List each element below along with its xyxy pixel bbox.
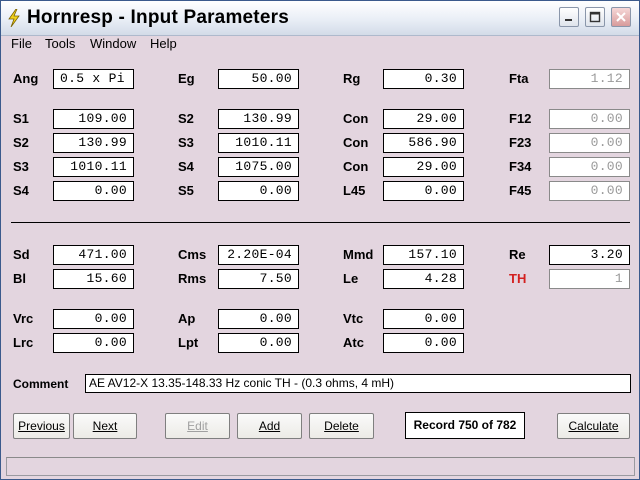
field-eg[interactable]: 50.00 (218, 69, 299, 89)
menu-help[interactable]: Help (150, 36, 177, 52)
label-sd: Sd (13, 247, 30, 262)
field-f12: 0.00 (549, 109, 630, 129)
label-cms: Cms (178, 247, 207, 262)
field-atc[interactable]: 0.00 (383, 333, 464, 353)
field-rg[interactable]: 0.30 (383, 69, 464, 89)
field-fta: 1.12 (549, 69, 630, 89)
field-l45[interactable]: 0.00 (383, 181, 464, 201)
label-comment: Comment (13, 377, 69, 391)
record-counter: Record 750 of 782 (405, 412, 525, 439)
field-s4-segment[interactable]: 0.00 (53, 181, 134, 201)
field-s3-segment[interactable]: 1010.11 (53, 157, 134, 177)
field-ap[interactable]: 0.00 (218, 309, 299, 329)
label-con-2: Con (343, 135, 369, 150)
label-re: Re (509, 247, 526, 262)
next-button[interactable]: Next (73, 413, 137, 439)
label-s3-segment: S3 (13, 159, 29, 174)
field-le[interactable]: 4.28 (383, 269, 464, 289)
field-rms[interactable]: 7.50 (218, 269, 299, 289)
field-f45: 0.00 (549, 181, 630, 201)
label-mmd: Mmd (343, 247, 374, 262)
field-con-2[interactable]: 586.90 (383, 133, 464, 153)
maximize-button[interactable] (585, 7, 605, 27)
menu-file[interactable]: File (11, 36, 32, 52)
label-f34: F34 (509, 159, 532, 174)
input-parameters-window: Hornresp - Input Parameters File Tools W… (0, 0, 640, 480)
label-fta: Fta (509, 71, 529, 86)
label-bl: Bl (13, 271, 26, 286)
field-ang[interactable]: 0.5 x Pi (53, 69, 134, 89)
field-con-1[interactable]: 29.00 (383, 109, 464, 129)
close-icon (616, 12, 626, 22)
label-s2: S2 (178, 111, 194, 126)
menu-tools[interactable]: Tools (45, 36, 75, 52)
label-lpt: Lpt (178, 335, 199, 350)
label-s4: S4 (178, 159, 194, 174)
field-con-3[interactable]: 29.00 (383, 157, 464, 177)
label-atc: Atc (343, 335, 364, 350)
label-s4-segment: S4 (13, 183, 29, 198)
label-f23: F23 (509, 135, 532, 150)
calculate-button[interactable]: Calculate (557, 413, 630, 439)
field-f23: 0.00 (549, 133, 630, 153)
field-re[interactable]: 3.20 (549, 245, 630, 265)
label-th: TH (509, 271, 527, 286)
window-title: Hornresp - Input Parameters (27, 7, 289, 28)
minimize-icon (565, 19, 572, 21)
field-sd[interactable]: 471.00 (53, 245, 134, 265)
lightning-bolt-icon (8, 9, 20, 27)
label-f12: F12 (509, 111, 532, 126)
label-s1: S1 (13, 111, 29, 126)
edit-button: Edit (165, 413, 230, 439)
field-s2-segment[interactable]: 130.99 (53, 133, 134, 153)
comment-field[interactable]: AE AV12-X 13.35-148.33 Hz conic TH - (0.… (85, 374, 631, 393)
add-button[interactable]: Add (237, 413, 302, 439)
field-s5[interactable]: 0.00 (218, 181, 299, 201)
field-lrc[interactable]: 0.00 (53, 333, 134, 353)
field-s2[interactable]: 130.99 (218, 109, 299, 129)
label-ang: Ang (13, 71, 39, 86)
label-con-3: Con (343, 159, 369, 174)
close-button[interactable] (611, 7, 631, 27)
menu-bar: File Tools Window Help (1, 36, 639, 54)
label-le: Le (343, 271, 359, 286)
field-lpt[interactable]: 0.00 (218, 333, 299, 353)
delete-button[interactable]: Delete (309, 413, 374, 439)
label-vtc: Vtc (343, 311, 364, 326)
edit-button-label: Edit (187, 419, 208, 433)
label-s3: S3 (178, 135, 194, 150)
label-ap: Ap (178, 311, 196, 326)
title-bar[interactable]: Hornresp - Input Parameters (1, 1, 639, 36)
label-s5: S5 (178, 183, 194, 198)
label-eg: Eg (178, 71, 195, 86)
label-s2-segment: S2 (13, 135, 29, 150)
previous-button[interactable]: Previous (13, 413, 70, 439)
maximize-icon (589, 11, 601, 23)
section-divider (11, 222, 630, 223)
label-con-1: Con (343, 111, 369, 126)
label-rms: Rms (178, 271, 207, 286)
label-f45: F45 (509, 183, 532, 198)
field-cms[interactable]: 2.20E-04 (218, 245, 299, 265)
label-rg: Rg (343, 71, 361, 86)
field-mmd[interactable]: 157.10 (383, 245, 464, 265)
field-s1[interactable]: 109.00 (53, 109, 134, 129)
status-bar (6, 457, 635, 476)
field-f34: 0.00 (549, 157, 630, 177)
field-vtc[interactable]: 0.00 (383, 309, 464, 329)
menu-window[interactable]: Window (90, 36, 136, 52)
field-s3[interactable]: 1010.11 (218, 133, 299, 153)
label-l45: L45 (343, 183, 366, 198)
minimize-button[interactable] (559, 7, 579, 27)
field-s4[interactable]: 1075.00 (218, 157, 299, 177)
label-vrc: Vrc (13, 311, 34, 326)
field-th: 1 (549, 269, 630, 289)
field-bl[interactable]: 15.60 (53, 269, 134, 289)
field-vrc[interactable]: 0.00 (53, 309, 134, 329)
label-lrc: Lrc (13, 335, 34, 350)
